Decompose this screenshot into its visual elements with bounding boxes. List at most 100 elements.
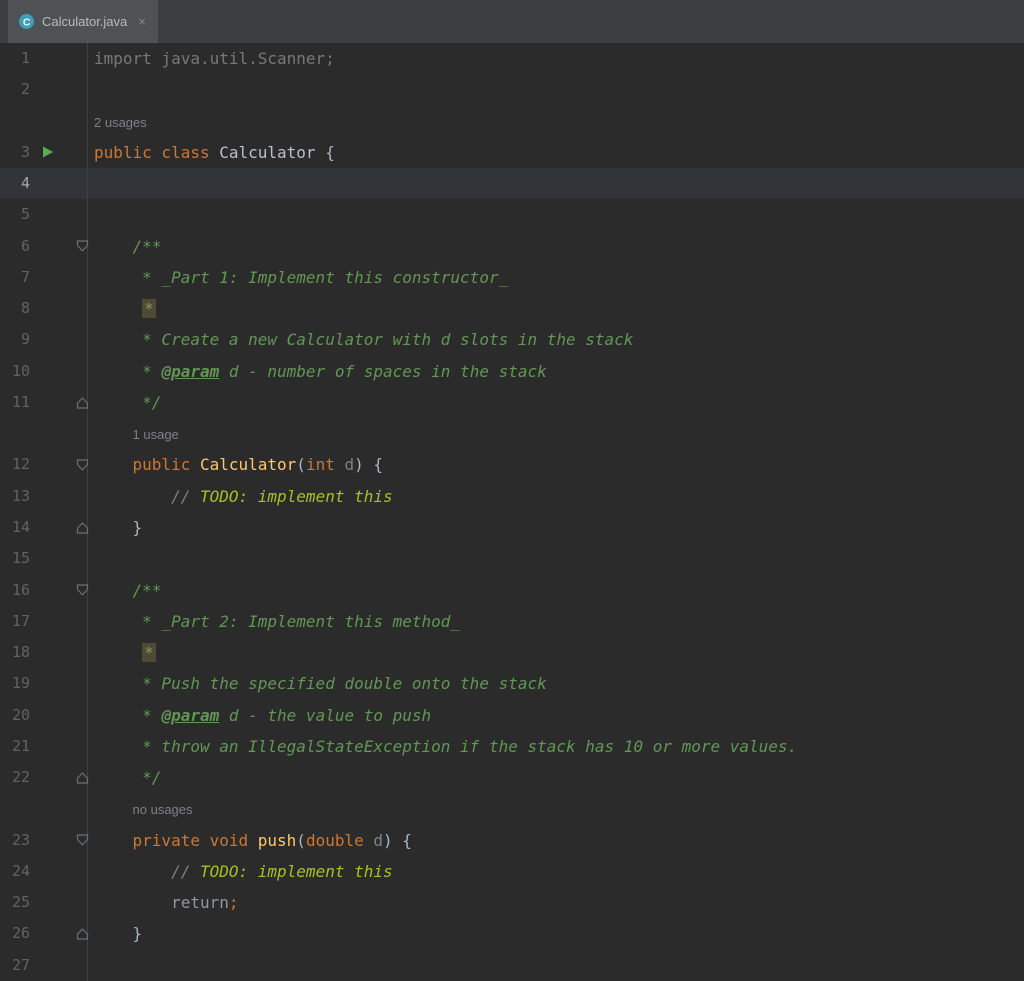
fold-start-icon[interactable] (76, 584, 89, 596)
gutter[interactable]: 7 (0, 261, 88, 294)
gutter[interactable] (0, 793, 88, 825)
gutter[interactable]: 5 (0, 199, 88, 231)
code-line[interactable]: 13 // TODO: implement this (0, 480, 1024, 512)
gutter[interactable]: 14 (0, 511, 89, 544)
code-content[interactable]: } (88, 512, 1024, 543)
line-number[interactable]: 23 (0, 825, 30, 856)
code-content[interactable]: private void push(double d) { (88, 825, 1024, 856)
code-content[interactable]: public Calculator(int d) { (88, 449, 1024, 480)
code-content[interactable]: * (88, 637, 1024, 668)
fold-end-icon[interactable] (76, 928, 89, 940)
gutter[interactable]: 17 (0, 605, 88, 638)
line-number[interactable]: 1 (0, 43, 30, 74)
code-line[interactable]: 25 return; (0, 887, 1024, 919)
code-content[interactable]: 1 usage (88, 418, 1024, 449)
inlay-row[interactable]: no usages (0, 793, 1024, 825)
code-content[interactable] (88, 199, 1024, 230)
code-content[interactable]: public class Calculator { (88, 137, 1024, 168)
gutter[interactable] (0, 418, 88, 450)
code-line[interactable]: 21 * throw an IllegalStateException if t… (0, 730, 1024, 763)
code-content[interactable]: */ (88, 387, 1024, 418)
code-line[interactable]: 11 */ (0, 386, 1024, 419)
code-content[interactable]: // TODO: implement this (88, 856, 1024, 887)
code-line[interactable]: 24 // TODO: implement this (0, 855, 1024, 888)
line-number[interactable]: 9 (0, 324, 30, 355)
code-line[interactable]: 23 private void push(double d) { (0, 824, 1024, 856)
gutter[interactable]: 6 (0, 230, 89, 262)
code-content[interactable]: * @param d - the value to push (88, 700, 1024, 731)
line-number[interactable]: 8 (0, 293, 30, 324)
usages-inlay-hint[interactable]: 1 usage (94, 419, 179, 449)
code-line[interactable]: 18 * (0, 637, 1024, 669)
line-number[interactable]: 3 (0, 137, 30, 168)
gutter[interactable]: 21 (0, 730, 88, 763)
line-number[interactable]: 6 (0, 231, 30, 262)
gutter[interactable]: 8 (0, 293, 88, 325)
code-content[interactable]: * (88, 293, 1024, 324)
line-number[interactable]: 5 (0, 199, 30, 230)
code-content[interactable]: 2 usages (88, 106, 1024, 137)
code-line[interactable]: 7 * _Part 1: Implement this constructor_ (0, 261, 1024, 294)
code-content[interactable]: no usages (88, 793, 1024, 824)
code-content[interactable]: * Create a new Calculator with d slots i… (88, 324, 1024, 355)
code-line[interactable]: 22 */ (0, 762, 1024, 794)
gutter[interactable]: 10 (0, 355, 88, 387)
code-line[interactable]: 8 * (0, 293, 1024, 325)
fold-start-icon[interactable] (76, 459, 89, 471)
fold-end-icon[interactable] (76, 771, 89, 784)
line-number[interactable]: 2 (0, 74, 30, 105)
code-content[interactable]: return; (88, 887, 1024, 918)
line-number[interactable]: 14 (0, 512, 30, 543)
code-content[interactable]: /** (88, 575, 1024, 606)
code-content[interactable] (88, 950, 1024, 981)
gutter[interactable]: 3 (0, 136, 88, 169)
code-content[interactable] (88, 74, 1024, 105)
code-line[interactable]: 16 /** (0, 574, 1024, 606)
code-content[interactable]: * throw an IllegalStateException if the … (88, 731, 1024, 762)
gutter[interactable]: 4 (0, 168, 88, 200)
gutter[interactable]: 9 (0, 324, 88, 356)
code-line[interactable]: 14 } (0, 511, 1024, 544)
line-number[interactable]: 21 (0, 731, 30, 762)
line-number[interactable]: 25 (0, 887, 30, 918)
inlay-row[interactable]: 1 usage (0, 418, 1024, 450)
gutter[interactable]: 16 (0, 574, 89, 606)
code-editor[interactable]: 1 import java.util.Scanner; 2 2 usages 3 publ… (0, 43, 1024, 981)
code-content[interactable]: // TODO: implement this (88, 481, 1024, 512)
gutter[interactable]: 22 (0, 762, 89, 794)
gutter[interactable] (0, 105, 88, 137)
code-content[interactable]: * _Part 1: Implement this constructor_ (88, 262, 1024, 293)
fold-start-icon[interactable] (76, 834, 89, 846)
run-icon[interactable] (42, 146, 54, 159)
code-line[interactable]: 27 (0, 949, 1024, 981)
code-line[interactable]: 5 (0, 199, 1024, 231)
code-line[interactable]: 20 * @param d - the value to push (0, 699, 1024, 731)
fold-end-icon[interactable] (76, 396, 89, 409)
fold-start-icon[interactable] (76, 240, 89, 252)
line-number[interactable]: 13 (0, 481, 30, 512)
gutter[interactable]: 19 (0, 668, 88, 700)
gutter[interactable]: 13 (0, 480, 88, 512)
fold-end-icon[interactable] (76, 521, 89, 534)
line-number[interactable]: 17 (0, 606, 30, 637)
code-line[interactable]: 3 public class Calculator { (0, 136, 1024, 169)
code-line[interactable]: 15 (0, 543, 1024, 575)
gutter[interactable]: 11 (0, 386, 89, 419)
line-number[interactable]: 16 (0, 575, 30, 606)
code-content[interactable]: /** (88, 231, 1024, 262)
code-content[interactable]: * _Part 2: Implement this method_ (88, 606, 1024, 637)
line-number[interactable]: 11 (0, 387, 30, 418)
code-line[interactable]: 19 * Push the specified double onto the … (0, 668, 1024, 700)
gutter[interactable]: 24 (0, 855, 88, 888)
gutter[interactable]: 1 (0, 43, 88, 75)
code-line[interactable]: 6 /** (0, 230, 1024, 262)
usages-inlay-hint[interactable]: 2 usages (94, 107, 147, 137)
line-number[interactable]: 20 (0, 700, 30, 731)
line-number[interactable]: 22 (0, 762, 30, 793)
gutter[interactable]: 20 (0, 699, 88, 731)
gutter[interactable]: 25 (0, 887, 88, 919)
gutter[interactable]: 27 (0, 949, 88, 981)
gutter[interactable]: 12 (0, 449, 89, 481)
gutter[interactable]: 18 (0, 637, 88, 669)
line-number[interactable]: 27 (0, 950, 30, 981)
